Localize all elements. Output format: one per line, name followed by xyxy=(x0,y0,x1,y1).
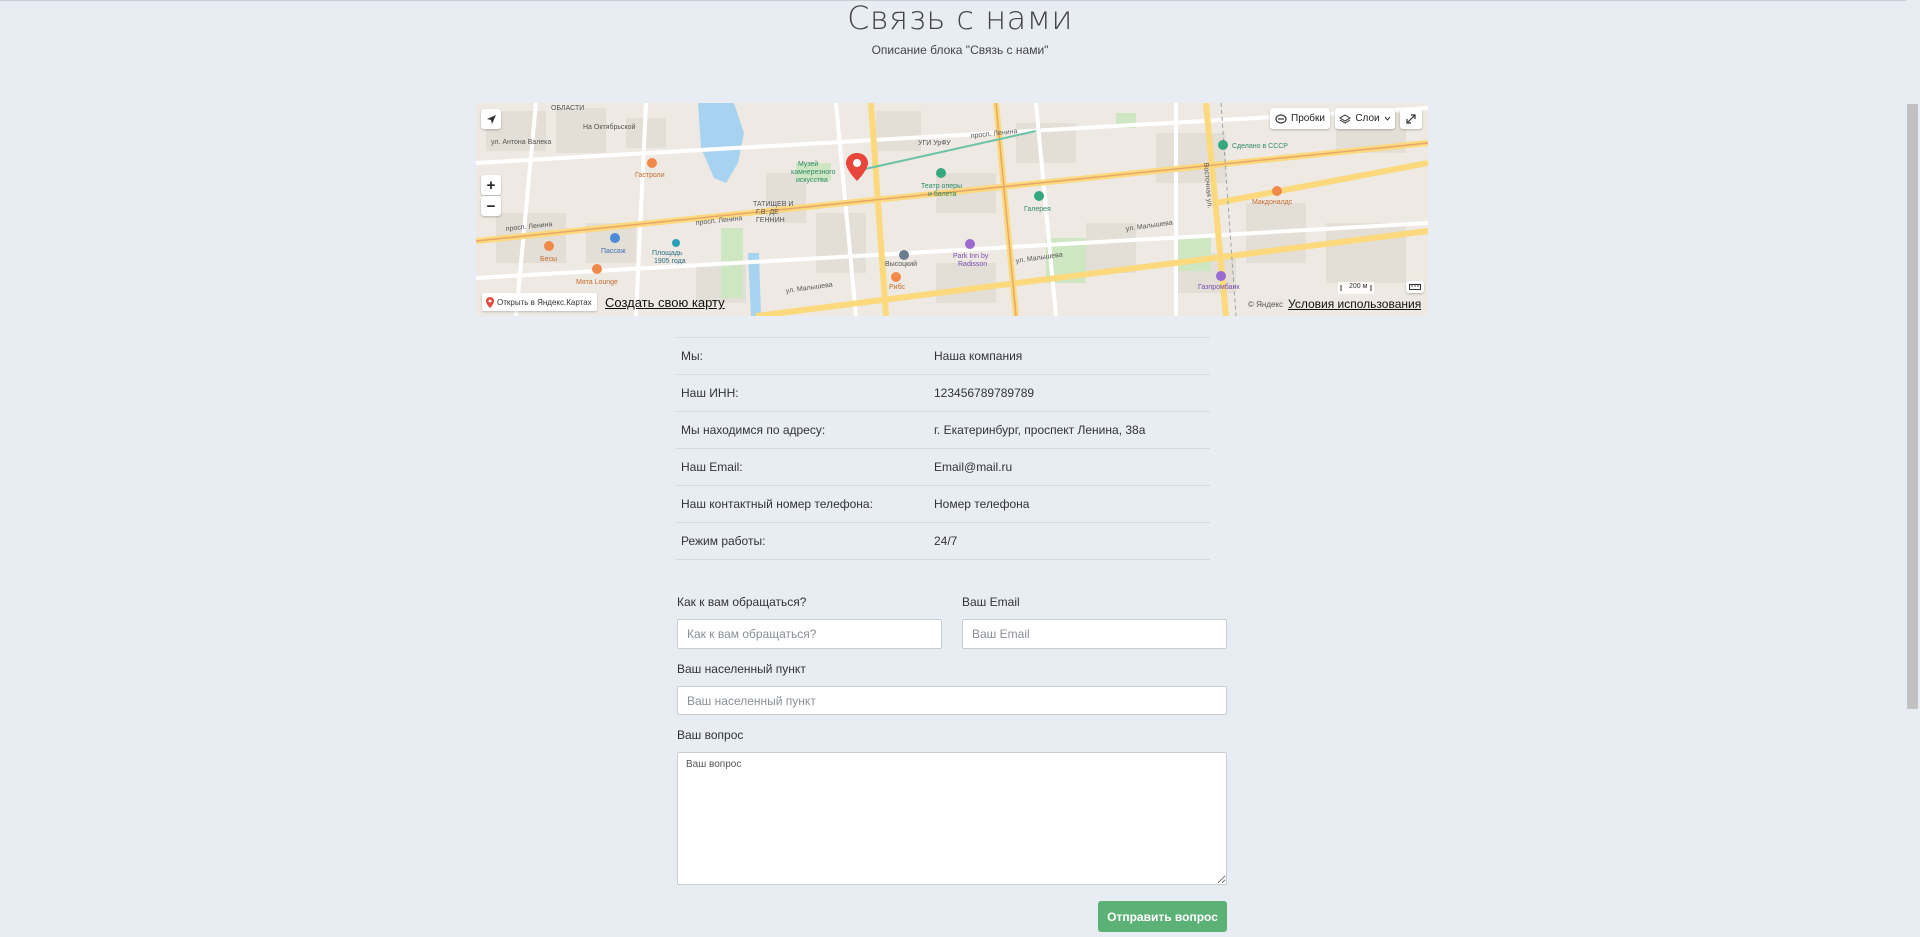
info-label: Наш ИНН: xyxy=(681,386,739,400)
info-row: Наш Email: Email@mail.ru xyxy=(675,448,1210,485)
svg-text:Площадь: Площадь xyxy=(652,250,683,257)
info-label: Мы находимся по адресу: xyxy=(681,423,826,437)
svg-text:камнерезного: камнерезного xyxy=(791,169,836,176)
info-value: Email@mail.ru xyxy=(934,460,1013,474)
svg-text:ОБЛАСТИ: ОБЛАСТИ xyxy=(551,105,584,112)
info-label: Наш Email: xyxy=(681,460,743,474)
layers-button[interactable]: Слои xyxy=(1335,108,1395,129)
ruler-icon xyxy=(1409,284,1421,290)
page-subtitle: Описание блока "Связь с нами" xyxy=(871,43,1049,57)
svg-text:Музей: Музей xyxy=(798,160,818,168)
traffic-icon xyxy=(1275,113,1287,124)
layers-label: Слои xyxy=(1355,113,1380,124)
svg-text:1905 года: 1905 года xyxy=(654,258,686,265)
company-info-table: Мы: Наша компания Наш ИНН: 1234567897897… xyxy=(675,337,1210,560)
question-label: Ваш вопрос xyxy=(677,728,744,742)
map-widget[interactable]: ОБЛАСТИ На Октябрьской ул. Антона Валека… xyxy=(476,103,1428,316)
info-row: Наш ИНН: 123456789789789 xyxy=(675,374,1210,411)
navigation-arrow-icon xyxy=(486,114,496,124)
svg-text:Мята Lounge: Мята Lounge xyxy=(576,279,618,286)
info-label: Мы: xyxy=(681,349,703,363)
svg-text:Г.В. ДЕ: Г.В. ДЕ xyxy=(756,209,779,216)
svg-text:Театр оперы: Театр оперы xyxy=(921,183,962,190)
svg-text:ТАТИЩЕВ И: ТАТИЩЕВ И xyxy=(753,201,793,208)
geolocation-button[interactable] xyxy=(481,109,501,129)
info-value: 123456789789789 xyxy=(934,386,1035,400)
svg-text:На Октябрьской: На Октябрьской xyxy=(583,123,636,131)
svg-text:Рибс: Рибс xyxy=(889,283,906,291)
terms-of-use-link[interactable]: Условия использования xyxy=(1288,297,1421,311)
svg-text:Газпромбанк: Газпромбанк xyxy=(1198,283,1240,291)
svg-text:Высоцкий: Высоцкий xyxy=(885,260,917,268)
create-map-link[interactable]: Создать свою карту xyxy=(605,295,725,310)
info-row: Наш контактный номер телефона: Номер тел… xyxy=(675,485,1210,522)
info-value: Наша компания xyxy=(934,349,1023,363)
svg-text:УГИ УрФУ: УГИ УрФУ xyxy=(918,140,951,147)
page-title: Связь с нами xyxy=(847,0,1073,37)
plus-icon: + xyxy=(486,176,496,194)
map-pin-icon xyxy=(486,296,494,308)
minus-icon: − xyxy=(486,197,496,215)
svg-text:и балета: и балета xyxy=(928,190,956,198)
scrollbar-thumb[interactable] xyxy=(1907,104,1918,709)
svg-text:Гастроли: Гастроли xyxy=(635,172,665,179)
question-textarea[interactable] xyxy=(677,752,1227,885)
svg-text:ГЕННИН: ГЕННИН xyxy=(756,217,785,224)
expand-icon xyxy=(1406,113,1416,124)
info-row: Режим работы: 24/7 xyxy=(675,522,1210,560)
ruler-button[interactable] xyxy=(1406,281,1424,293)
submit-question-button[interactable]: Отправить вопрос xyxy=(1098,901,1227,932)
open-in-yandex-label: Открыть в Яндекс.Картах xyxy=(497,297,592,307)
city-label: Ваш населенный пункт xyxy=(677,662,806,676)
info-row: Мы находимся по адресу: г. Екатеринбург,… xyxy=(675,411,1210,448)
svg-text:Park Inn by: Park Inn by xyxy=(953,253,989,260)
map-scale: 200 м xyxy=(1338,282,1390,294)
map-canvas[interactable]: ОБЛАСТИ На Октябрьской ул. Антона Валека… xyxy=(476,103,1428,316)
open-in-yandex-button[interactable]: Открыть в Яндекс.Картах xyxy=(482,293,597,311)
svg-text:ул. Антона Валека: ул. Антона Валека xyxy=(491,139,551,146)
email-input[interactable] xyxy=(962,619,1227,649)
zoom-out-button[interactable]: − xyxy=(481,196,501,216)
city-input[interactable] xyxy=(677,686,1227,715)
svg-text:Макдоналдс: Макдоналдс xyxy=(1252,199,1293,206)
chevron-down-icon xyxy=(1384,116,1391,121)
map-copyright: © Яндекс xyxy=(1248,300,1284,309)
email-label: Ваш Email xyxy=(962,595,1020,609)
traffic-button[interactable]: Пробки xyxy=(1270,108,1330,129)
svg-text:Бесы: Бесы xyxy=(540,256,557,263)
name-input[interactable] xyxy=(677,619,942,649)
svg-text:Пассаж: Пассаж xyxy=(601,248,626,255)
svg-text:искусства: искусства xyxy=(796,177,828,184)
traffic-label: Пробки xyxy=(1291,113,1325,124)
info-value: г. Екатеринбург, проспект Ленина, 38а xyxy=(934,423,1146,437)
info-row: Мы: Наша компания xyxy=(675,337,1210,374)
svg-text:Сделано в СССР: Сделано в СССР xyxy=(1232,143,1288,150)
info-label: Наш контактный номер телефона: xyxy=(681,497,873,511)
info-value: 24/7 xyxy=(934,534,958,548)
fullscreen-button[interactable] xyxy=(1400,108,1422,129)
layers-icon xyxy=(1339,113,1352,124)
info-value: Номер телефона xyxy=(934,497,1030,511)
info-label: Режим работы: xyxy=(681,534,766,548)
name-label: Как к вам обращаться? xyxy=(677,595,807,609)
svg-text:Radisson: Radisson xyxy=(958,261,987,268)
zoom-in-button[interactable]: + xyxy=(481,175,501,195)
map-scale-label: 200 м xyxy=(1349,283,1368,290)
svg-text:Галерея: Галерея xyxy=(1024,206,1051,213)
